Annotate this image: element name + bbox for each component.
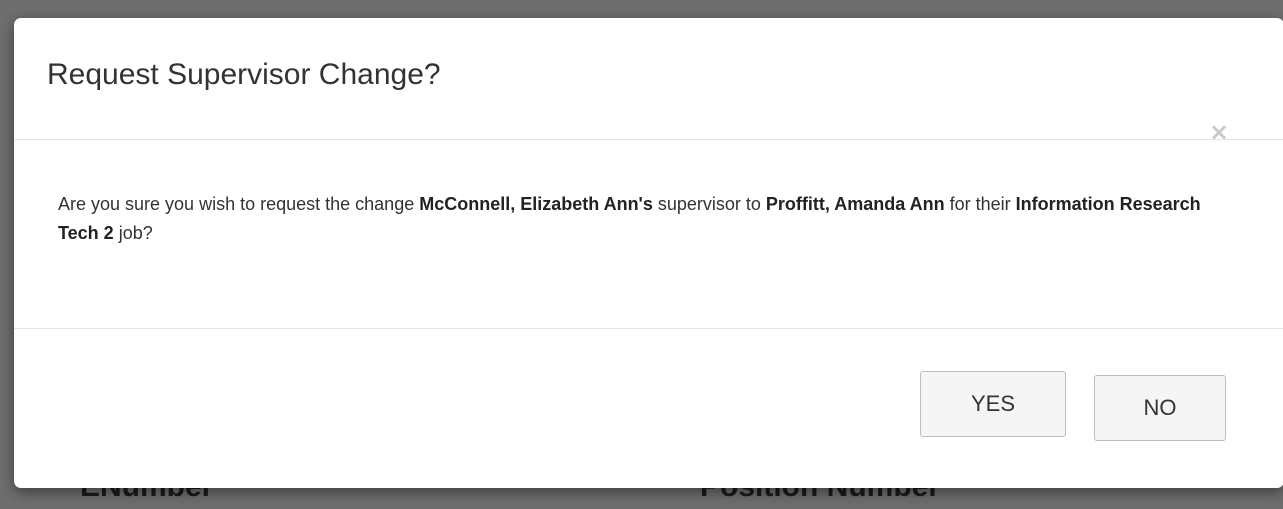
confirm-dialog: Request Supervisor Change? × Are you sur…	[14, 18, 1283, 488]
new-supervisor-name: Proffitt, Amanda Ann	[765, 194, 945, 214]
dialog-title: Request Supervisor Change?	[47, 58, 441, 91]
employee-name: McConnell, Elizabeth Ann's	[419, 194, 653, 214]
message-middle: supervisor to	[652, 194, 766, 214]
dialog-body: Are you sure you wish to request the cha…	[14, 140, 1283, 329]
message-middle-2: for their	[944, 194, 1016, 214]
message-prefix: Are you sure you wish to request the cha…	[58, 194, 420, 214]
no-button[interactable]: NO	[1094, 375, 1226, 441]
yes-button[interactable]: YES	[920, 371, 1066, 437]
dialog-header: Request Supervisor Change?	[14, 18, 1283, 140]
message-suffix: job?	[113, 223, 153, 243]
confirmation-message: Are you sure you wish to request the cha…	[58, 190, 1208, 248]
